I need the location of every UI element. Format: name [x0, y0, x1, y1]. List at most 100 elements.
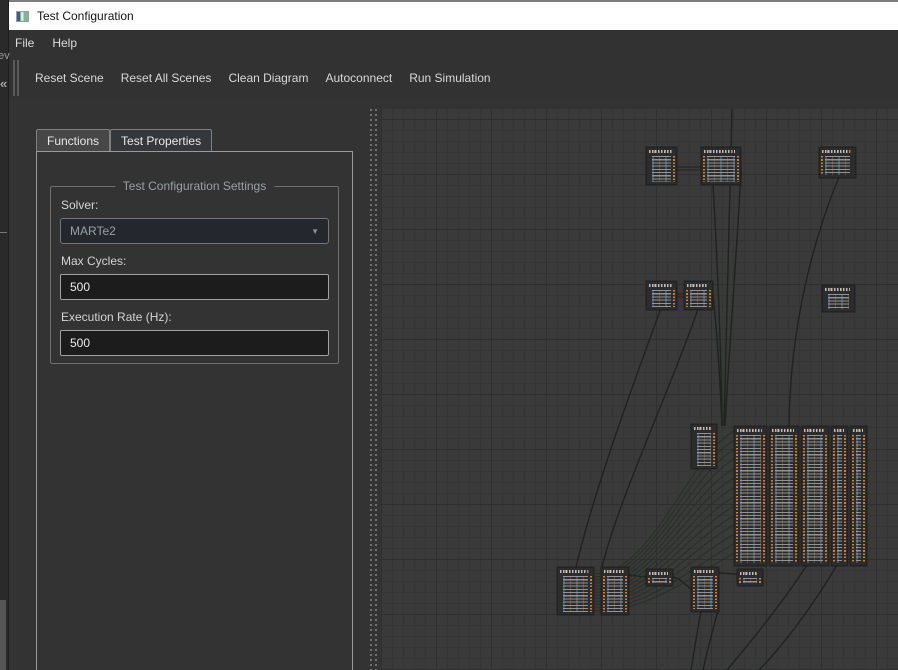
reset-all-scenes-button[interactable]: Reset All Scenes	[113, 64, 220, 92]
node-fields	[697, 433, 711, 466]
graph-node[interactable]	[701, 147, 741, 185]
graph-node[interactable]	[822, 285, 855, 312]
connection-edge	[719, 573, 737, 574]
graph-node[interactable]	[601, 567, 629, 615]
output-pins[interactable]	[825, 435, 827, 563]
test-configuration-settings-group: Test Configuration Settings Solver: MART…	[50, 186, 339, 364]
graph-node[interactable]	[646, 569, 673, 586]
autoconnect-button[interactable]: Autoconnect	[317, 64, 400, 92]
background-window-text: ev	[0, 50, 10, 62]
node-title	[772, 429, 796, 432]
graph-node[interactable]	[646, 147, 677, 185]
node-title	[694, 570, 716, 573]
node-fields	[563, 576, 588, 612]
node-title	[649, 572, 670, 575]
graph-node[interactable]	[819, 147, 856, 178]
graph-node[interactable]	[850, 426, 867, 566]
output-pins[interactable]	[590, 576, 592, 612]
collapse-chevron-icon[interactable]: «	[0, 76, 7, 91]
node-title	[740, 572, 760, 575]
input-pins[interactable]	[693, 576, 695, 609]
node-title	[604, 570, 626, 573]
graph-node[interactable]	[684, 281, 713, 310]
output-pins[interactable]	[844, 435, 846, 563]
node-fields	[825, 156, 850, 175]
output-pins[interactable]	[669, 578, 671, 583]
graph-node[interactable]	[737, 569, 763, 586]
app-icon	[16, 11, 29, 22]
node-body	[771, 435, 797, 563]
graph-canvas[interactable]	[381, 109, 898, 670]
output-pins[interactable]	[795, 435, 797, 563]
input-pins[interactable]	[852, 435, 854, 563]
chevron-down-icon: ▼	[311, 227, 319, 236]
clean-diagram-button[interactable]: Clean Diagram	[220, 64, 316, 92]
max-cycles-input[interactable]	[60, 274, 329, 300]
node-fields	[743, 578, 757, 583]
input-pins[interactable]	[771, 435, 773, 563]
solver-value: MARTe2	[70, 224, 116, 238]
input-pins[interactable]	[739, 578, 741, 583]
solver-dropdown[interactable]: MARTe2 ▼	[60, 218, 329, 244]
input-pins[interactable]	[686, 290, 688, 307]
pane-splitter[interactable]	[367, 100, 381, 670]
output-pins[interactable]	[673, 156, 675, 182]
run-simulation-button[interactable]: Run Simulation	[401, 64, 498, 92]
splitter-dots	[375, 109, 377, 670]
output-pins[interactable]	[763, 435, 765, 563]
node-body	[559, 576, 592, 612]
output-pins[interactable]	[715, 576, 717, 609]
tab-functions[interactable]: Functions	[36, 129, 110, 151]
output-pins[interactable]	[625, 576, 627, 612]
output-pins[interactable]	[709, 290, 711, 307]
tab-test-properties[interactable]: Test Properties	[110, 129, 212, 151]
input-pins[interactable]	[803, 435, 805, 563]
graph-node[interactable]	[557, 567, 594, 615]
node-body	[693, 576, 717, 609]
tab-bar: Functions Test Properties	[36, 129, 212, 151]
menu-help[interactable]: Help	[43, 30, 86, 56]
output-pins[interactable]	[737, 156, 739, 182]
reset-scene-button[interactable]: Reset Scene	[27, 64, 112, 92]
menu-file[interactable]: File	[9, 30, 43, 56]
graph-node[interactable]	[831, 426, 848, 566]
node-title	[834, 429, 845, 432]
output-pins[interactable]	[713, 433, 715, 466]
toolbar-drag-handle[interactable]	[13, 60, 15, 96]
node-fields	[856, 435, 861, 563]
input-pins[interactable]	[833, 435, 835, 563]
node-fields	[837, 435, 842, 563]
main-content: Functions Test Properties Test Configura…	[9, 100, 898, 670]
node-title	[804, 429, 826, 432]
execution-rate-input[interactable]	[60, 330, 329, 356]
input-pins[interactable]	[703, 156, 705, 182]
node-title	[822, 150, 853, 153]
input-pins[interactable]	[603, 576, 605, 612]
graph-node[interactable]	[691, 567, 719, 612]
graph-node[interactable]	[769, 426, 799, 566]
graph-node[interactable]	[801, 426, 829, 566]
node-fields	[775, 435, 793, 563]
connection-edge	[703, 611, 718, 670]
node-title	[694, 427, 714, 430]
connection-edge	[691, 611, 701, 670]
connection-edge	[759, 565, 837, 670]
window-title: Test Configuration	[37, 9, 134, 23]
input-pins[interactable]	[736, 435, 738, 563]
node-title	[687, 284, 710, 287]
node-body	[703, 156, 739, 182]
title-bar[interactable]: Test Configuration	[9, 0, 898, 30]
splitter-dots	[370, 109, 372, 670]
output-pins[interactable]	[759, 578, 761, 583]
node-fields	[652, 156, 671, 182]
output-pins[interactable]	[863, 435, 865, 563]
max-cycles-label: Max Cycles:	[61, 254, 329, 268]
output-pins[interactable]	[673, 290, 675, 307]
input-pins[interactable]	[821, 156, 823, 175]
input-pins[interactable]	[648, 578, 650, 583]
graph-node[interactable]	[646, 281, 677, 310]
node-fields	[740, 435, 761, 563]
graph-node[interactable]	[691, 424, 717, 469]
graph-node[interactable]	[734, 426, 767, 566]
node-body	[736, 435, 765, 563]
